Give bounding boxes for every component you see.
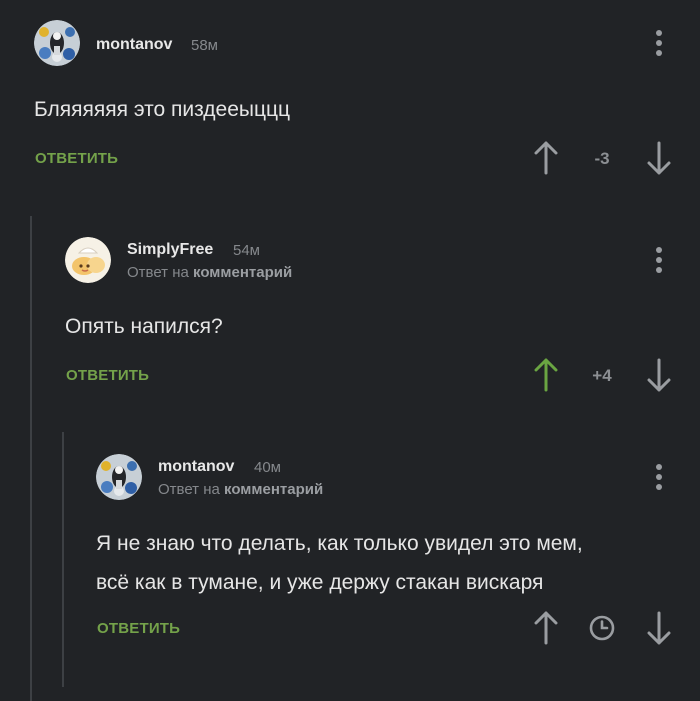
comment-text-line: Бляяяяяя это пиздееыццц bbox=[34, 98, 291, 121]
comment-text-line: всё как в тумане, и уже держу стакан вис… bbox=[96, 571, 544, 594]
reply-to: Ответ на комментарий bbox=[127, 264, 292, 281]
username[interactable]: montanov bbox=[96, 36, 172, 54]
comment-time: 58м bbox=[191, 37, 218, 54]
reply-to-link[interactable]: комментарий bbox=[224, 481, 323, 498]
arrow-down-icon[interactable] bbox=[645, 140, 673, 176]
reply-to-link[interactable]: комментарий bbox=[193, 264, 292, 281]
comments-thread: montanov 58м Бляяяяяя это пиздееыццц ОТВ… bbox=[0, 0, 700, 701]
reply-button[interactable]: ОТВЕТИТЬ bbox=[35, 150, 118, 167]
reply-to-prefix: Ответ на bbox=[127, 264, 189, 281]
comment-text: Бляяяяяя это пиздееыццц bbox=[34, 90, 290, 129]
comment-text: Я не знаю что делать, как только увидел … bbox=[96, 524, 583, 602]
reply-to-prefix: Ответ на bbox=[158, 481, 220, 498]
more-vertical-icon[interactable] bbox=[654, 247, 664, 277]
comment-text-line: Я не знаю что делать, как только увидел … bbox=[96, 532, 583, 555]
reply-button[interactable]: ОТВЕТИТЬ bbox=[66, 367, 149, 384]
avatar[interactable] bbox=[96, 454, 142, 500]
avatar[interactable] bbox=[65, 237, 111, 283]
arrow-up-icon[interactable] bbox=[532, 357, 560, 393]
arrow-down-icon[interactable] bbox=[645, 357, 673, 393]
more-vertical-icon[interactable] bbox=[654, 30, 664, 60]
thread-line-level-2 bbox=[62, 432, 64, 687]
avatar[interactable] bbox=[34, 20, 80, 66]
more-vertical-icon[interactable] bbox=[654, 464, 664, 494]
rating-score: +4 bbox=[592, 366, 612, 385]
comment-time: 54м bbox=[233, 242, 260, 259]
comment-text-line: Опять напился? bbox=[65, 315, 223, 338]
username[interactable]: SimplyFree bbox=[127, 241, 213, 259]
reply-to: Ответ на комментарий bbox=[158, 481, 323, 498]
reply-button[interactable]: ОТВЕТИТЬ bbox=[97, 620, 180, 637]
comment-text: Опять напился? bbox=[65, 307, 223, 346]
thread-line-level-1 bbox=[30, 216, 32, 701]
arrow-down-icon[interactable] bbox=[645, 610, 673, 646]
rating-score: -3 bbox=[594, 149, 610, 168]
username[interactable]: montanov bbox=[158, 458, 234, 476]
arrow-up-icon[interactable] bbox=[532, 140, 560, 176]
arrow-up-icon[interactable] bbox=[532, 610, 560, 646]
clock-icon bbox=[589, 615, 615, 641]
comment-time: 40м bbox=[254, 459, 281, 476]
